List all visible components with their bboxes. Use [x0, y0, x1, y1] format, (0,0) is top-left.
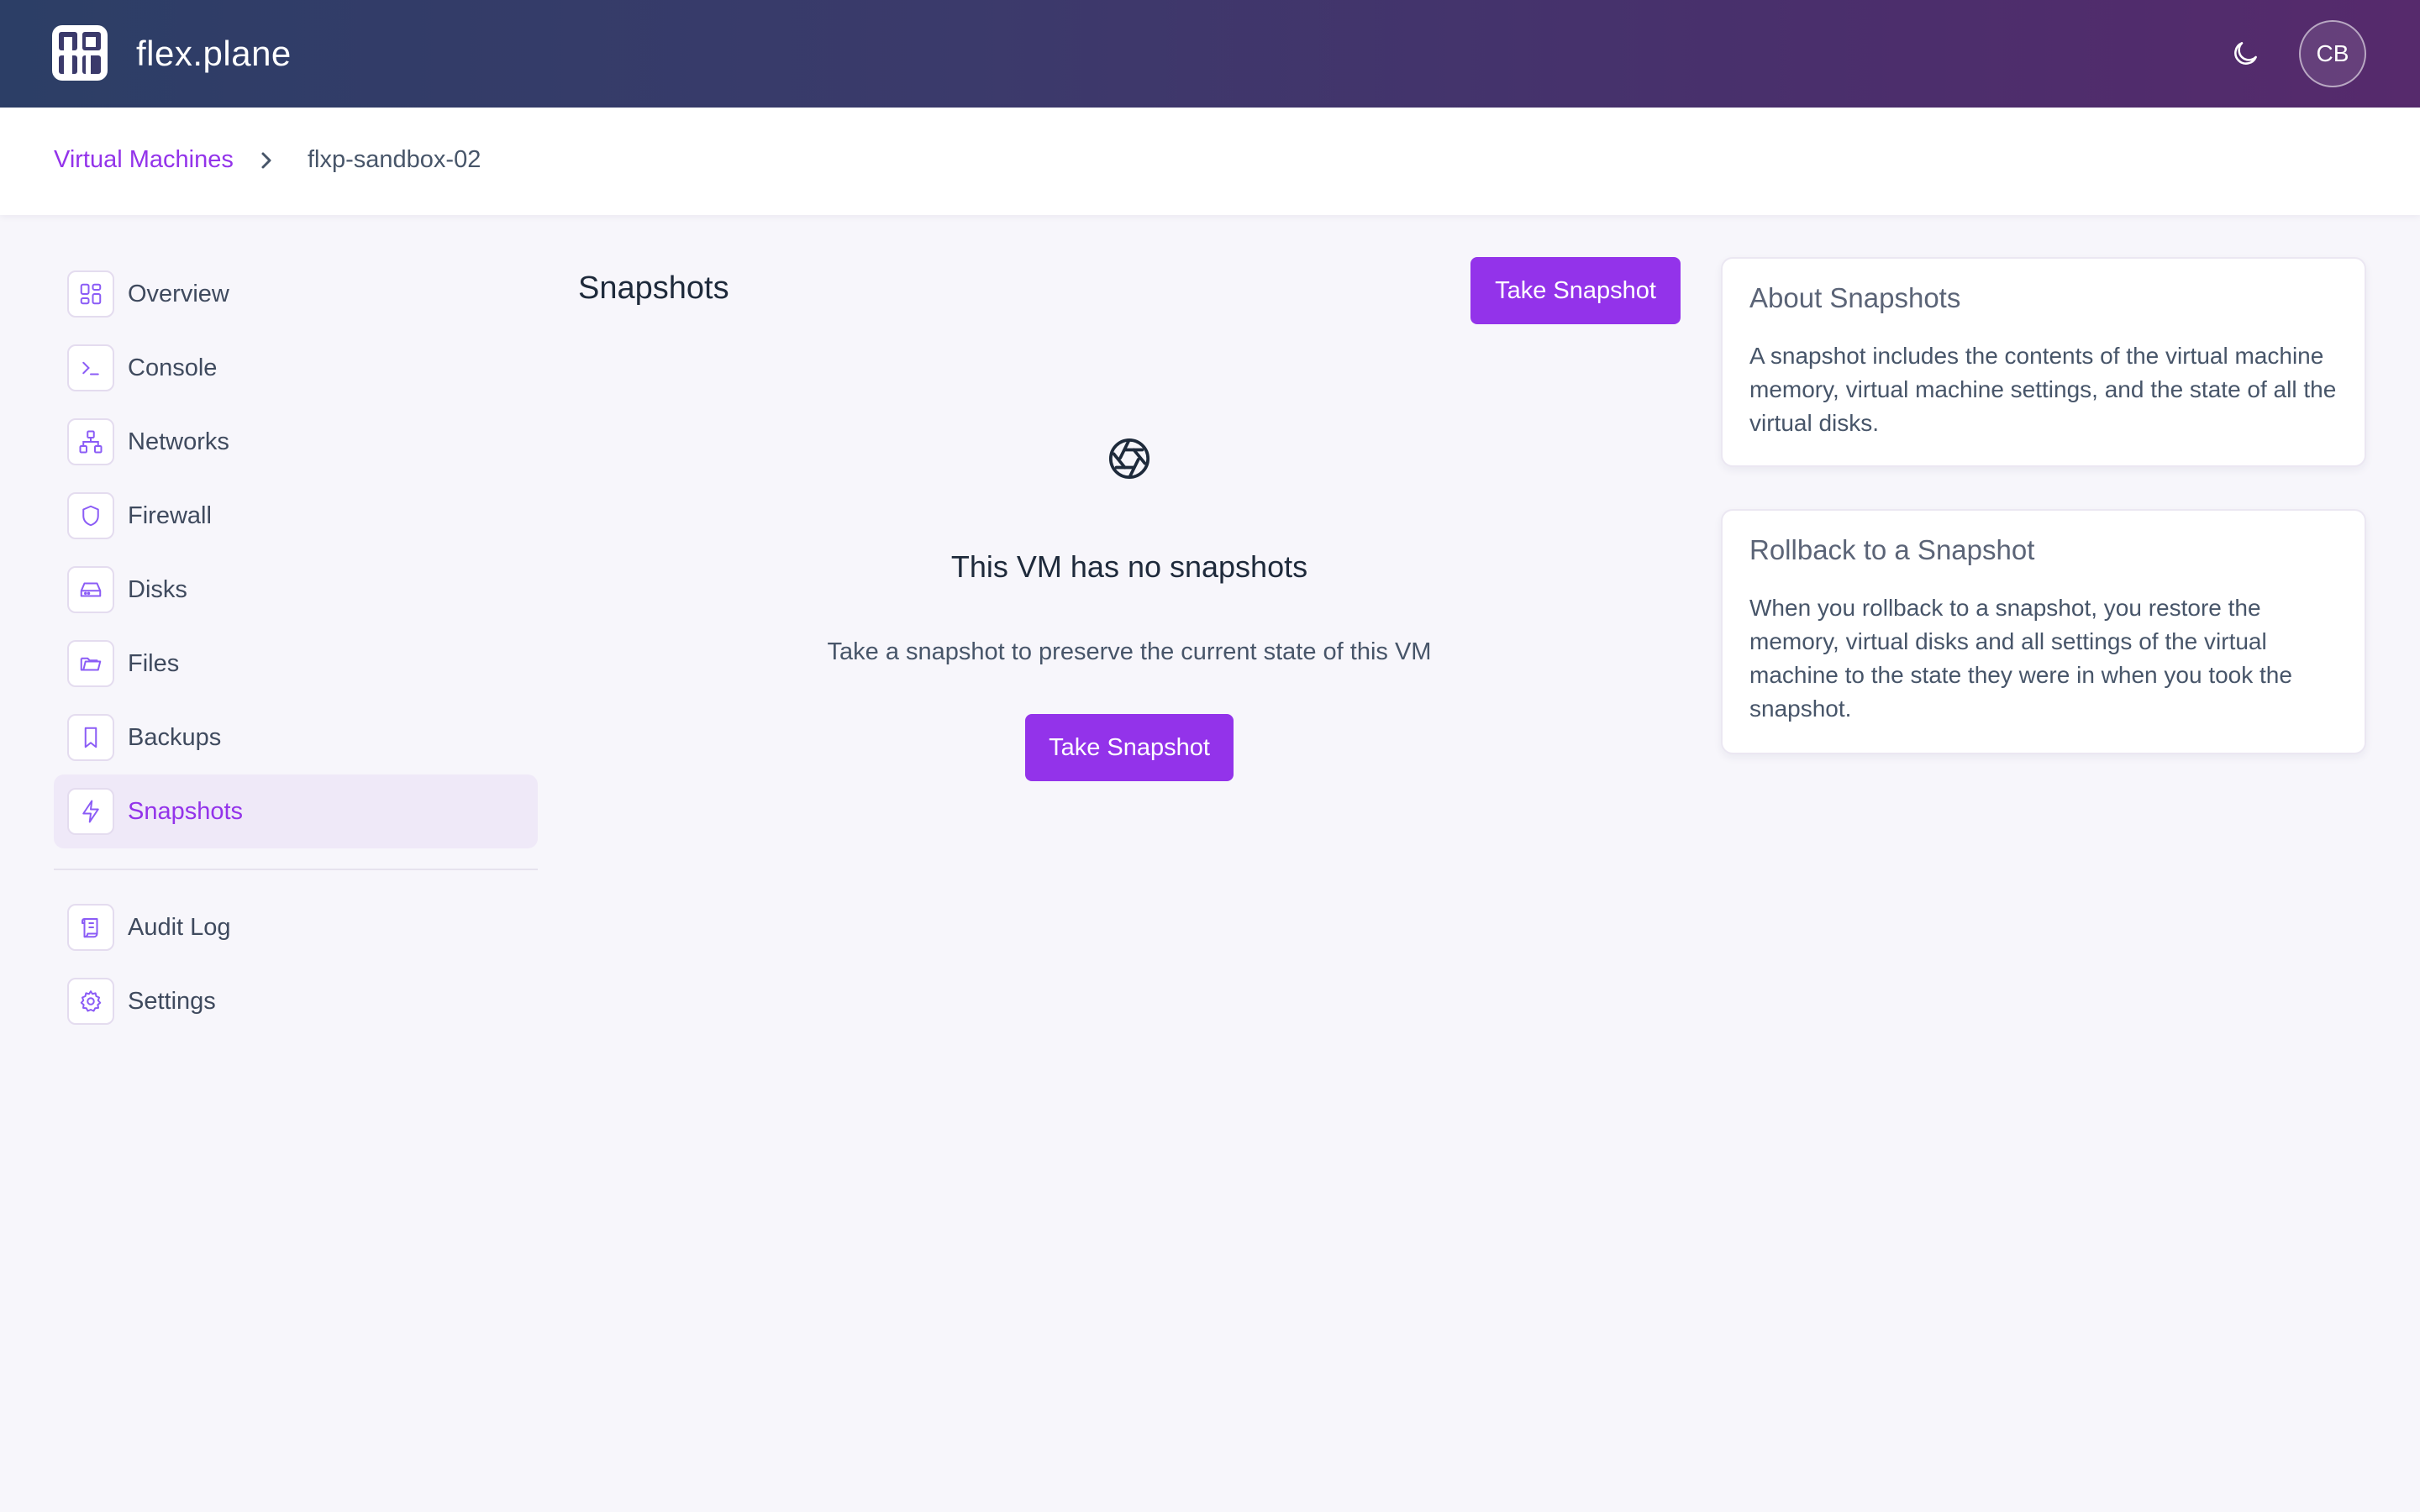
breadcrumb-virtual-machines-link[interactable]: Virtual Machines	[54, 146, 234, 174]
shield-icon	[67, 492, 114, 539]
sidebar-item-firewall[interactable]: Firewall	[54, 479, 538, 553]
aperture-icon	[1108, 438, 1150, 480]
sidebar-item-label: Backups	[128, 724, 222, 751]
take-snapshot-button[interactable]: Take Snapshot	[1470, 257, 1681, 324]
sidebar-item-label: Disks	[128, 576, 187, 603]
card-body: A snapshot includes the contents of the …	[1749, 343, 2337, 436]
card-title: About Snapshots	[1749, 282, 1961, 313]
hard-drive-icon	[67, 566, 114, 613]
top-bar: flex.plane CB	[0, 0, 2420, 108]
network-icon	[67, 418, 114, 465]
breadcrumb-current: flxp-sandbox-02	[308, 146, 481, 173]
folder-icon	[67, 640, 114, 687]
card-title: Rollback to a Snapshot	[1749, 534, 2035, 565]
flexplane-logo-icon[interactable]	[52, 25, 108, 81]
sidebar-item-networks[interactable]: Networks	[54, 405, 538, 479]
sidebar-item-audit-log[interactable]: Audit Log	[54, 890, 538, 964]
page-title: Snapshots	[578, 270, 729, 306]
sidebar-item-label: Files	[128, 650, 180, 677]
terminal-icon	[67, 344, 114, 391]
sidebar-item-label: Console	[128, 354, 218, 381]
sidebar-item-disks[interactable]: Disks	[54, 553, 538, 627]
sidebar-item-settings[interactable]: Settings	[54, 964, 538, 1038]
sidebar-item-backups[interactable]: Backups	[54, 701, 538, 774]
sidebar-item-label: Settings	[128, 988, 216, 1015]
grid-icon	[67, 270, 114, 318]
gear-icon	[67, 978, 114, 1025]
theme-toggle-button[interactable]	[2225, 34, 2265, 74]
sidebar-item-label: Snapshots	[128, 798, 244, 825]
brand-name[interactable]: flex.plane	[136, 30, 292, 77]
lightning-icon	[67, 788, 114, 835]
sidebar-item-label: Audit Log	[128, 914, 231, 941]
bookmark-icon	[67, 714, 114, 761]
empty-state-title: This VM has no snapshots	[950, 549, 1308, 584]
scroll-icon	[67, 904, 114, 951]
empty-state-take-snapshot-button[interactable]: Take Snapshot	[1025, 714, 1234, 781]
sidebar-item-files[interactable]: Files	[54, 627, 538, 701]
user-avatar[interactable]: CB	[2299, 20, 2366, 87]
rollback-snapshot-card: Rollback to a Snapshot When you rollback…	[1721, 509, 2366, 754]
sidebar-item-label: Firewall	[128, 502, 212, 529]
chevron-right-icon	[261, 152, 271, 169]
sidebar-divider	[54, 869, 538, 870]
sidebar-item-snapshots[interactable]: Snapshots	[54, 774, 538, 848]
card-body: When you rollback to a snapshot, you res…	[1749, 595, 2292, 722]
empty-state-subtitle: Take a snapshot to preserve the current …	[827, 638, 1432, 665]
sidebar-item-overview[interactable]: Overview	[54, 257, 538, 331]
sidebar-item-label: Overview	[128, 281, 229, 307]
moon-icon	[2234, 42, 2257, 65]
sidebar-item-label: Networks	[128, 428, 229, 455]
sidebar-item-console[interactable]: Console	[54, 331, 538, 405]
about-snapshots-card: About Snapshots A snapshot includes the …	[1721, 257, 2366, 467]
